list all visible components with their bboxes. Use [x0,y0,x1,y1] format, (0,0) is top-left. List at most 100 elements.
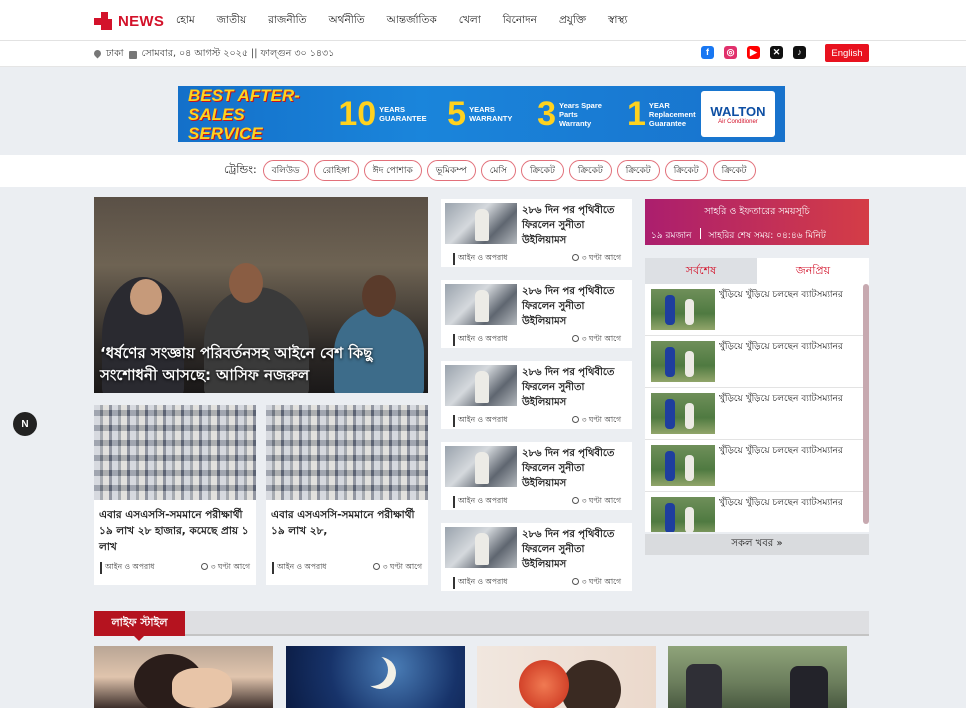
middle-news-title[interactable]: ২৮৬ দিন পর পৃথিবীতে ফিরলেন সুনীতা উইলিয়… [522,365,630,410]
astronaut-thumbnail [445,527,517,568]
middle-news-item[interactable]: ২৮৬ দিন পর পৃথিবীতে ফিরলেন সুনীতা উইলিয়… [441,280,632,348]
clock-icon [571,254,579,261]
news-card-meta: আইন ও অপরাধ ৩ ঘণ্টা আগে [94,562,256,574]
middle-news-time: ৩ ঘণ্টা আগে [571,577,621,589]
facebook-icon[interactable]: f [701,46,714,59]
menu-item-technology[interactable]: প্রযুক্তি [559,13,586,30]
trending-tag[interactable]: রোহিঙ্গা [313,160,359,181]
side-list-scrollbar[interactable] [863,284,869,524]
tab-popular[interactable]: জনপ্রিয় [757,258,869,284]
ad-text: YEARS GUARANTEE [379,105,427,123]
middle-news-category[interactable]: আইন ও অপরাধ [453,253,508,265]
news-card[interactable]: এবার এসএসসি-সমমানে পরীক্ষার্থী ১৯ লাখ ২৮… [94,405,256,585]
middle-news-category[interactable]: আইন ও অপরাধ [453,415,508,427]
trending-tag[interactable]: মেসি [480,160,516,181]
lifestyle-thumbnail[interactable] [668,646,847,708]
side-news-item[interactable]: খুঁড়িয়ে খুঁড়িয়ে চলছেন ব্যাটসম্যানর [645,388,863,440]
ad-text: YEARS WARRANTY [469,105,513,123]
trending-tag[interactable]: ক্রিকেট [664,160,708,181]
side-news-item[interactable]: খুঁড়িয়ে খুঁড়িয়ে চলছেন ব্যাটসম্যানর [645,492,863,532]
instagram-icon[interactable]: ◎ [724,46,737,59]
trending-tag[interactable]: ঈদ পোশাক [363,160,422,181]
middle-news-title[interactable]: ২৮৬ দিন পর পৃথিবীতে ফিরলেন সুনীতা উইলিয়… [522,527,630,572]
youtube-icon[interactable]: ▶ [747,46,760,59]
side-news-title[interactable]: খুঁড়িয়ে খুঁড়িয়ে চলছেন ব্যাটসম্যানর [719,393,863,406]
all-news-button[interactable]: সকল খবর » [645,534,869,555]
time-text: ৩ ঘণ্টা আগে [210,562,250,571]
site-logo[interactable]: NEWS [94,11,164,31]
middle-news-category[interactable]: আইন ও অপরাধ [453,577,508,589]
menu-item-home[interactable]: হোম [176,13,195,30]
menu-item-sports[interactable]: খেলা [459,13,481,30]
lead-title[interactable]: ‘ধর্ষণের সংজ্ঞায় পরিবর্তনসহ আইনে বেশ কি… [100,342,425,386]
middle-news-title[interactable]: ২৮৬ দিন পর পৃথিবীতে ফিরলেন সুনীতা উইলিয়… [522,203,630,248]
trending-tag[interactable]: ক্রিকেট [568,160,612,181]
middle-news-title[interactable]: ২৮৬ দিন পর পৃথিবীতে ফিরলেন সুনীতা উইলিয়… [522,446,630,491]
cricket-thumbnail [651,393,715,434]
location-pin-icon [94,50,101,59]
side-news-item[interactable]: খুঁড়িয়ে খুঁড়িয়ে চলছেন ব্যাটসম্যানর [645,336,863,388]
middle-news-title[interactable]: ২৮৬ দিন পর পৃথিবীতে ফিরলেন সুনীতা উইলিয়… [522,284,630,329]
astronaut-thumbnail [445,203,517,244]
menu-item-economy[interactable]: অর্থনীতি [329,13,365,30]
middle-news-item[interactable]: ২৮৬ দিন পর পৃথিবীতে ফিরলেন সুনীতা উইলিয়… [441,523,632,591]
astronaut-thumbnail [445,365,517,406]
middle-news-category[interactable]: আইন ও অপরাধ [453,496,508,508]
iftar-row: ১৯ রমজান সাহরির শেষ সময়: ০৪:৪৬ মিনিট [651,228,867,243]
lifestyle-thumbnail[interactable] [286,646,465,708]
location-text: ঢাকা [106,48,124,59]
ad-brand-logo: WALTON Air Conditioner [700,91,775,137]
ad-brand-sub: Air Conditioner [718,118,758,125]
side-news-item[interactable]: খুঁড়িয়ে খুঁড়িয়ে চলছেন ব্যাটসম্যানর [645,284,863,336]
lifestyle-thumbnail[interactable] [477,646,656,708]
side-news-title[interactable]: খুঁড়িয়ে খুঁড়িয়ে চলছেন ব্যাটসম্যানর [719,445,863,458]
menu-item-international[interactable]: আন্তর্জাতিক [387,13,437,30]
menu-item-national[interactable]: জাতীয় [217,13,247,30]
lifestyle-section-bar [94,611,869,636]
tab-latest[interactable]: সর্বশেষ [645,258,757,284]
astronaut-thumbnail [445,284,517,325]
clock-icon [200,563,208,570]
menu-item-politics[interactable]: রাজনীতি [268,13,306,30]
trending-tag[interactable]: ক্রিকেট [616,160,660,181]
tiktok-icon[interactable]: ♪ [793,46,806,59]
middle-news-item[interactable]: ২৮৬ দিন পর পৃথিবীতে ফিরলেন সুনীতা উইলিয়… [441,442,632,510]
news-card-title[interactable]: এবার এসএসসি-সমমানে পরীক্ষার্থী ১৯ লাখ ২৮… [266,500,428,562]
news-card-category[interactable]: আইন ও অপরাধ [100,562,155,574]
middle-news-item[interactable]: ২৮৬ দিন পর পৃথিবীতে ফিরলেন সুনীতা উইলিয়… [441,199,632,267]
menu-item-entertainment[interactable]: বিনোদন [503,13,537,30]
trending-tag[interactable]: ভূমিকম্প [426,160,476,181]
news-card-category[interactable]: আইন ও অপরাধ [272,562,327,574]
trending-tag[interactable]: বলিউড [262,160,309,181]
middle-news-time: ৩ ঘণ্টা আগে [571,415,621,427]
side-news-list: খুঁড়িয়ে খুঁড়িয়ে চলছেন ব্যাটসম্যানর খ… [645,284,869,532]
sahri-time: সাহরির শেষ সময়: ০৪:৪৬ মিনিট [708,231,826,241]
trending-tag[interactable]: ক্রিকেট [712,160,756,181]
side-news-title[interactable]: খুঁড়িয়ে খুঁড়িয়ে চলছেন ব্যাটসম্যানর [719,497,863,510]
news-card-meta: আইন ও অপরাধ ৩ ঘণ্টা আগে [266,562,428,574]
side-news-title[interactable]: খুঁড়িয়ে খুঁড়িয়ে চলছেন ব্যাটসম্যানর [719,289,863,302]
language-button[interactable]: English [825,44,869,62]
time-text: ৩ ঘণ্টা আগে [581,415,621,424]
middle-news-meta: আইন ও অপরাধ ৩ ঘণ্টা আগে [447,496,627,508]
news-card-time: ৩ ঘণ্টা আগে [200,562,250,574]
ad-spare-parts-block: 3 Years Spare Parts Warranty [537,86,611,142]
news-card[interactable]: এবার এসএসসি-সমমানে পরীক্ষার্থী ১৯ লাখ ২৮… [266,405,428,585]
middle-news-item[interactable]: ২৮৬ দিন পর পৃথিবীতে ফিরলেন সুনীতা উইলিয়… [441,361,632,429]
social-links: f ◎ ▶ ✕ ♪ [701,46,806,59]
middle-news-category[interactable]: আইন ও অপরাধ [453,334,508,346]
side-news-title[interactable]: খুঁড়িয়ে খুঁড়িয়ে চলছেন ব্যাটসম্যানর [719,341,863,354]
twitter-icon[interactable]: ✕ [770,46,783,59]
menu-item-health[interactable]: স্বাস্থ্য [608,13,627,30]
ad-banner[interactable]: BEST AFTER-SALES SERVICE 10 YEARS GUARAN… [178,86,785,142]
trending-tag[interactable]: ক্রিকেট [520,160,564,181]
side-news-item[interactable]: খুঁড়িয়ে খুঁড়িয়ে চলছেন ব্যাটসম্যানর [645,440,863,492]
floating-n-button[interactable]: N [13,412,37,436]
lifestyle-thumbnail[interactable] [94,646,273,708]
lead-story[interactable]: ‘ধর্ষণের সংজ্ঞায় পরিবর্তনসহ আইনে বেশ কি… [94,197,428,393]
iftar-title: সাহরি ও ইফতারের সময়সূচি [704,206,810,217]
news-card-title[interactable]: এবার এসএসসি-সমমানে পরীক্ষার্থী ১৯ লাখ ২৮… [94,500,256,562]
time-text: ৩ ঘণ্টা আগে [581,253,621,262]
ad-num: 10 [338,95,377,133]
lifestyle-section-label[interactable]: লাইফ স্টাইল [94,611,185,641]
